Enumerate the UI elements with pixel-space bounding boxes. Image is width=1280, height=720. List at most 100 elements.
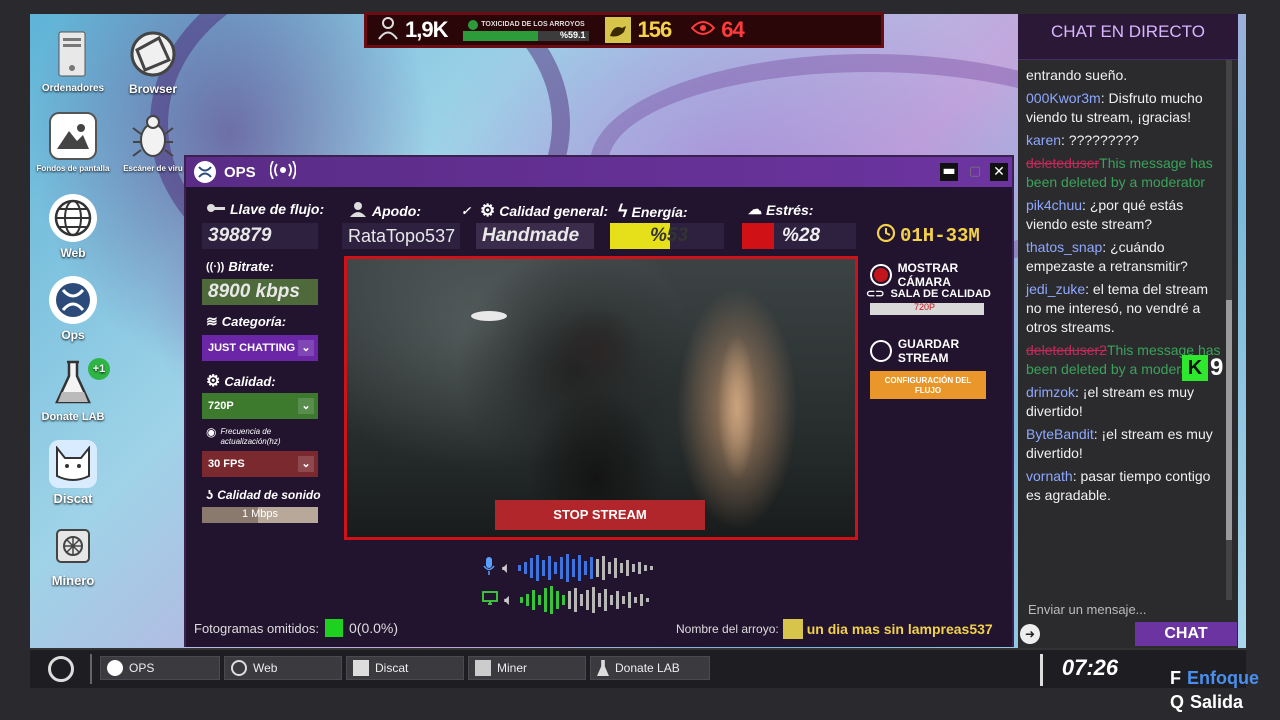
video-quality-label: ⚙ Calidad: [206, 371, 276, 391]
taskbar-item-label: Miner [497, 661, 528, 675]
stress-label: ☁ Estrés: [748, 201, 813, 218]
focus-label: Enfoque [1187, 668, 1259, 688]
exit-key: Q [1170, 692, 1185, 712]
dropped-frames-value: 0(0.0%) [349, 620, 399, 636]
quality-room-label: ⊂⊃ SALA DE CALIDAD [866, 287, 991, 301]
desktop-icon-wallpapers[interactable]: Fondos de pantalla [34, 112, 112, 174]
refresh-dropdown[interactable]: 30 FPS ⌄ [202, 451, 318, 477]
focus-hint: F Enfoque [1170, 668, 1259, 689]
eye-icon [690, 20, 716, 41]
broadcast-icon [269, 160, 297, 183]
chat-input[interactable]: Enviar un mensaje... [1024, 602, 1232, 624]
ops-titlebar[interactable]: OPS ▬ ▢ ✕ [186, 157, 1012, 187]
desktop-icon-computers[interactable]: Ordenadores [34, 30, 112, 96]
chat-message-user[interactable]: pik4chuu [1026, 197, 1082, 213]
hud-followers: 1,9K [367, 15, 457, 45]
chevron-down-icon: ⌄ [298, 340, 314, 356]
users-icon [348, 201, 368, 220]
discat-icon [353, 660, 369, 676]
quality-room-value: 720P [914, 302, 936, 312]
chat-message-user[interactable]: drimzok [1026, 384, 1075, 400]
general-quality-value: Handmade [476, 223, 594, 249]
quality-room-bar: 720P [870, 302, 984, 315]
taskbar-item-web[interactable]: Web [224, 656, 342, 680]
energy-value: %53 [650, 225, 689, 246]
chat-message-text: entrando sueño. [1026, 67, 1128, 83]
category-value: JUST CHATTING [208, 342, 296, 354]
taskbar-item-discat[interactable]: Discat [346, 656, 464, 680]
stress-label-text: Estrés: [766, 201, 814, 218]
video-quality-dropdown[interactable]: 720P ⌄ [202, 393, 318, 419]
chat-message-user[interactable]: deleteduser2 [1026, 342, 1107, 358]
desktop-icon-discat[interactable]: Discat [34, 440, 112, 506]
preview-lamp [471, 311, 507, 321]
mic-meter: 🔈︎ [482, 553, 668, 583]
exit-label: Salida [1190, 692, 1244, 712]
chat-message: vornath: pasar tiempo contigo es agradab… [1024, 467, 1224, 505]
chat-message: karen: ????????? [1024, 131, 1224, 150]
game-screen: Ordenadores Browser Fondos de pantalla E… [0, 0, 1280, 720]
maximize-icon: ▢ [968, 164, 982, 179]
chat-message-user[interactable]: 000Kwor3m [1026, 90, 1101, 106]
chat-scrollbar[interactable] [1226, 60, 1232, 600]
k-counter-value: 9 [1210, 354, 1224, 381]
sound-quality-label: ʖ Calidad de sonido [206, 487, 321, 502]
chat-message-user[interactable]: deleteduser [1026, 155, 1099, 171]
stream-config-button[interactable]: CONFIGURACIÓN DEL FLUJO [870, 371, 986, 399]
desktop-icon-label: Discat [53, 491, 93, 506]
category-dropdown[interactable]: JUST CHATTING ⌄ [202, 335, 318, 361]
hud-toxicity-fill [463, 30, 538, 41]
desktop-icon-label: Minero [51, 573, 95, 588]
k-logo-icon: K [1182, 355, 1208, 381]
hud-toxicity: TOXICIDAD DE LOS ARROYOS %59.1 [457, 15, 595, 45]
desktop-icon-browser[interactable]: Browser [114, 30, 192, 96]
chat-message-user[interactable]: vornath [1026, 468, 1073, 484]
lightning-icon: ϟ [618, 201, 628, 221]
show-camera-toggle[interactable]: MOSTRAR CÁMARA [870, 261, 1012, 289]
web-icon [231, 660, 247, 676]
taskbar-clock: 07:26 [1061, 655, 1119, 680]
donate-badge: +1 [88, 358, 110, 380]
chat-send-button[interactable]: CHAT [1135, 622, 1237, 646]
taskbar-item-miner[interactable]: Miner [468, 656, 586, 680]
taskbar-item-ops[interactable]: OPS [100, 656, 220, 680]
desktop-icon-web[interactable]: Web [34, 194, 112, 260]
chat-scrollbar-thumb[interactable] [1226, 300, 1232, 540]
sound-quality-slider[interactable]: 1 Mbps [202, 507, 318, 523]
chat-message-user[interactable]: thatos_snap [1026, 239, 1102, 255]
desktop-icon-miner[interactable]: Minero [34, 522, 112, 588]
chat-message-user[interactable]: karen [1026, 132, 1061, 148]
status-square [325, 619, 343, 637]
start-button[interactable] [48, 656, 74, 682]
live-chat-panel: CHAT EN DIRECTO entrando sueño. 000Kwor3m… [1018, 14, 1238, 648]
save-stream-toggle[interactable]: GUARDAR STREAM [870, 337, 1012, 365]
stop-stream-button[interactable]: STOP STREAM [495, 500, 705, 530]
chat-message-list: entrando sueño. 000Kwor3m: Disfruto mucho… [1024, 66, 1224, 601]
refresh-label-text: Frecuencia de actualización(hz) [220, 427, 281, 446]
nick-label-text: Apodo: [372, 202, 421, 219]
desktop-icon-donate-lab[interactable]: +1 Donate LAB [34, 358, 112, 424]
desktop-audio-waveform [519, 586, 649, 614]
chat-next-button[interactable]: ➜ [1020, 624, 1040, 644]
close-button[interactable]: ✕ [990, 163, 1008, 181]
chat-message-user[interactable]: ByteBandit [1026, 426, 1094, 442]
hud-toxicity-value: %59.1 [559, 29, 586, 40]
chat-message-user[interactable]: jedi_zuke [1026, 281, 1085, 297]
stream-preview: STOP STREAM [344, 256, 858, 540]
minimize-button[interactable]: ▬ [940, 163, 958, 181]
maximize-button[interactable]: ▢ [966, 163, 984, 181]
speaker-icon: 🔈︎ [502, 558, 512, 577]
ops-logo-icon [194, 161, 216, 183]
desktop-icon-virus-scanner[interactable]: Escáner de viru [114, 112, 192, 174]
flask-icon [597, 660, 609, 676]
desktop-icon-label: Ops [61, 328, 85, 342]
hud-bar: 1,9K TOXICIDAD DE LOS ARROYOS %59.1 156 … [364, 12, 884, 48]
miner-icon [475, 660, 491, 676]
stream-name-label: Nombre del arroyo: [676, 622, 779, 636]
stream-key-label-text: Llave de flujo: [230, 201, 325, 217]
taskbar-item-donate-lab[interactable]: Donate LAB [590, 656, 710, 680]
computers-icon [49, 30, 97, 78]
desktop-icon-ops[interactable]: Ops [34, 276, 112, 342]
ops-window: OPS ▬ ▢ ✕ Llave de flujo: 398879 Apodo: … [184, 155, 1014, 647]
biohazard-icon [468, 19, 479, 30]
